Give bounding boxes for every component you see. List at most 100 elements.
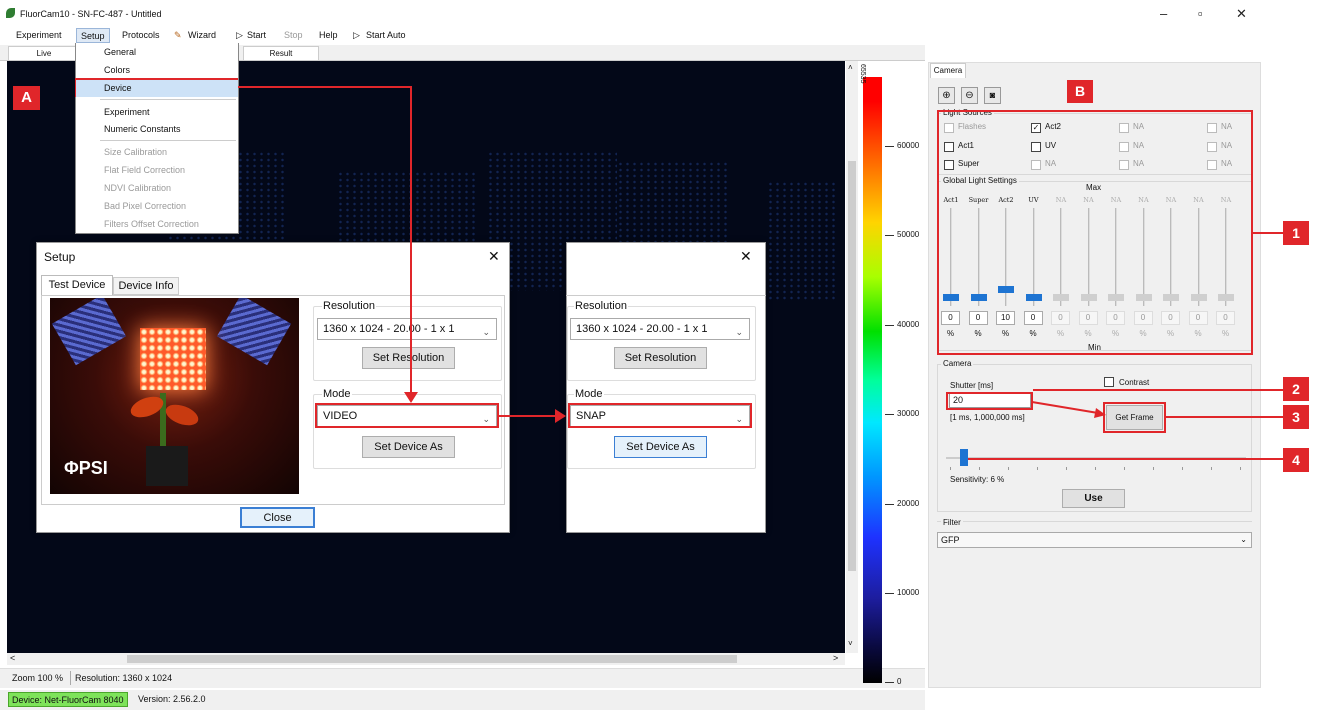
light-source-checkbox[interactable] <box>1207 142 1217 152</box>
channel-slider[interactable] <box>1032 208 1035 306</box>
channel-value-input[interactable]: 0 <box>1216 311 1235 325</box>
menu-help[interactable]: Help <box>315 28 342 43</box>
channel-slider-thumb[interactable] <box>1135 294 1152 301</box>
menu-setup[interactable]: Setup <box>76 28 110 43</box>
light-source-checkbox[interactable] <box>1119 160 1129 170</box>
channel-value-input[interactable]: 0 <box>941 311 960 325</box>
channel-slider[interactable] <box>1170 208 1172 306</box>
setup-menu-item[interactable]: Device <box>76 80 238 97</box>
light-source-checkbox[interactable] <box>944 123 954 133</box>
channel-slider-thumb[interactable] <box>1218 294 1234 301</box>
channel-slider[interactable] <box>1197 208 1200 306</box>
channel-slider-thumb[interactable] <box>943 294 959 301</box>
dialog-close-icon[interactable]: ✕ <box>488 248 500 265</box>
menu-wizard[interactable]: Wizard <box>184 28 220 43</box>
channel-value-input[interactable]: 0 <box>1161 311 1180 325</box>
setup-menu-item[interactable]: Flat Field Correction <box>76 162 238 179</box>
light-source-checkbox[interactable]: ✓ <box>1031 123 1041 133</box>
scroll-right-icon[interactable]: > <box>833 653 838 663</box>
shutter-label: Shutter [ms] <box>950 381 994 390</box>
tab-result[interactable]: Result <box>243 46 319 61</box>
channel-slider[interactable] <box>977 208 980 306</box>
use-button[interactable]: Use <box>1062 489 1125 508</box>
scroll-down-icon[interactable]: ˅ <box>848 639 853 648</box>
setup-menu-item[interactable]: General <box>76 44 238 61</box>
setup-menu-item[interactable]: Filters Offset Correction <box>76 216 238 233</box>
setup-menu-item[interactable]: Experiment <box>76 104 238 121</box>
zoom-out-icon[interactable]: ⊖ <box>961 87 978 104</box>
channel-value-input[interactable]: 0 <box>1133 311 1153 325</box>
vertical-scroll-thumb[interactable] <box>848 161 856 571</box>
channel-slider[interactable] <box>1142 208 1145 306</box>
channel-value-input[interactable]: 0 <box>1023 311 1043 325</box>
setup-menu-item[interactable]: Numeric Constants <box>76 121 238 138</box>
setup-menu-item[interactable]: NDVI Calibration <box>76 180 238 197</box>
light-source-checkbox[interactable] <box>944 160 954 170</box>
channel-slider-thumb[interactable] <box>998 286 1014 293</box>
channel-slider-thumb[interactable] <box>1163 294 1179 301</box>
contrast-checkbox[interactable] <box>1104 377 1114 387</box>
close-button[interactable]: Close <box>240 507 315 528</box>
resolution-select-snap[interactable]: 1360 x 1024 - 20.00 - 1 x 1 ⌄ <box>570 318 750 340</box>
light-source-checkbox[interactable] <box>1031 142 1041 152</box>
dialog-close-icon[interactable]: ✕ <box>740 248 752 265</box>
setup-menu-item[interactable]: Bad Pixel Correction <box>76 198 238 215</box>
horizontal-scrollbar[interactable]: < > <box>7 653 845 665</box>
channel-slider[interactable] <box>1060 208 1062 306</box>
resolution-select[interactable]: 1360 x 1024 - 20.00 - 1 x 1 ⌄ <box>317 318 497 340</box>
tab-device-info[interactable]: Device Info <box>113 277 179 295</box>
channel-value-input[interactable]: 10 <box>996 311 1015 325</box>
channel-slider-thumb[interactable] <box>1025 294 1042 301</box>
channel-value-input[interactable]: 0 <box>1078 311 1098 325</box>
channel-value-input[interactable]: 0 <box>1051 311 1070 325</box>
light-source-label: NA <box>1133 122 1145 131</box>
set-resolution-button-snap[interactable]: Set Resolution <box>614 347 707 369</box>
close-icon[interactable]: ✕ <box>1236 6 1247 22</box>
setup-menu-item[interactable]: Colors <box>76 62 238 79</box>
menu-protocols[interactable]: Protocols <box>118 28 164 43</box>
horizontal-scroll-thumb[interactable] <box>127 655 737 663</box>
light-source-checkbox[interactable] <box>1119 123 1129 133</box>
scroll-up-icon[interactable]: ˄ <box>848 63 853 72</box>
light-source-checkbox[interactable] <box>1031 160 1041 170</box>
set-device-as-button-snap[interactable]: Set Device As <box>614 436 707 458</box>
channel-slider-thumb[interactable] <box>1053 294 1069 301</box>
channel-slider[interactable] <box>1087 208 1090 306</box>
light-source-checkbox[interactable] <box>1207 123 1217 133</box>
channel-value-input[interactable]: 0 <box>1106 311 1125 325</box>
set-device-as-button[interactable]: Set Device As <box>362 436 455 458</box>
tab-test-device[interactable]: Test Device <box>41 275 113 295</box>
light-source-label: Act2 <box>1045 122 1062 131</box>
vertical-scrollbar[interactable]: ˄ ˅ <box>846 61 858 653</box>
light-source-checkbox[interactable] <box>1207 160 1217 170</box>
menu-start[interactable]: Start <box>243 28 270 43</box>
tab-camera[interactable]: Camera <box>930 63 966 78</box>
channel-slider[interactable] <box>1115 208 1117 306</box>
maximize-icon[interactable]: ▫ <box>1198 6 1203 21</box>
setup-menu-item[interactable]: Size Calibration <box>76 144 238 161</box>
light-source-checkbox[interactable] <box>944 142 954 152</box>
light-source-checkbox[interactable] <box>1119 142 1129 152</box>
filter-select[interactable]: GFP ⌄ <box>937 532 1252 548</box>
zoom-in-icon[interactable]: ⊕ <box>938 87 955 104</box>
set-resolution-button[interactable]: Set Resolution <box>362 347 455 369</box>
channel-unit-label: % <box>1167 329 1175 338</box>
channel-slider[interactable] <box>1225 208 1227 306</box>
menu-start-auto[interactable]: Start Auto <box>362 28 410 43</box>
channel-slider-thumb[interactable] <box>1080 294 1097 301</box>
channel-value-input[interactable]: 0 <box>1188 311 1208 325</box>
camera-snapshot-icon[interactable]: ◙ <box>984 87 1001 104</box>
channel-slider-thumb[interactable] <box>1108 294 1124 301</box>
menu-stop[interactable]: Stop <box>280 28 307 43</box>
channel-slider-thumb[interactable] <box>970 294 987 301</box>
tab-live[interactable]: Live <box>8 46 80 61</box>
channel-value-input[interactable]: 0 <box>968 311 988 325</box>
channel-slider[interactable] <box>950 208 952 306</box>
minimize-icon[interactable]: – <box>1160 6 1167 21</box>
scroll-left-icon[interactable]: < <box>10 653 15 663</box>
menu-experiment[interactable]: Experiment <box>12 28 66 43</box>
channel-slider-thumb[interactable] <box>1190 294 1207 301</box>
light-source-label: UV <box>1045 141 1057 150</box>
sensitivity-slider-thumb[interactable] <box>960 449 968 466</box>
shutter-range-label: [1 ms, 1,000,000 ms] <box>950 413 1025 422</box>
